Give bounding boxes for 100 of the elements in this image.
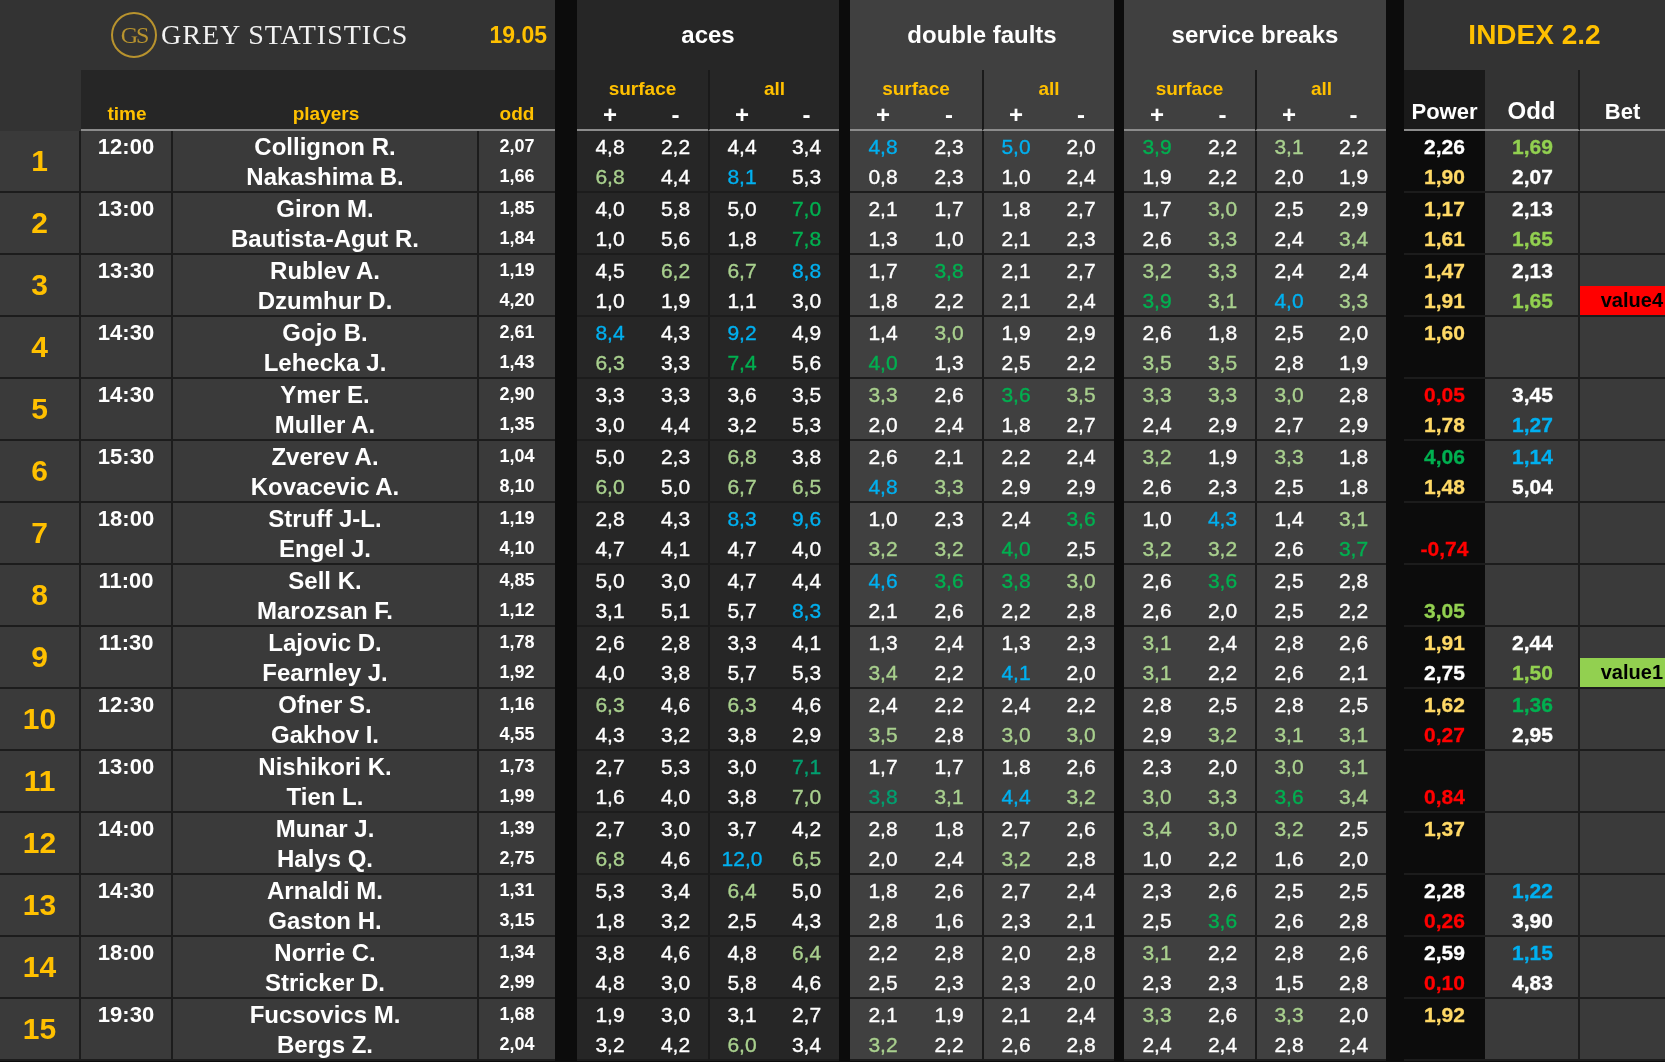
stat-value: 4,8 (868, 474, 898, 499)
stat-value: 3,1 (1338, 506, 1369, 531)
stat-value: 3,0 (1066, 722, 1096, 747)
stat-value: 3,3 (934, 474, 964, 499)
stat-value: 7,0 (791, 196, 822, 221)
player-name: Nishikori K. (173, 751, 479, 782)
player-odd: 1,99 (479, 782, 555, 813)
stat-value: 8,3 (791, 598, 822, 623)
column-header: Bet (1580, 70, 1665, 131)
stat-value: 4,0 (1274, 288, 1304, 313)
stat-value: 3,0 (1066, 568, 1096, 593)
player-odd: 1,68 (498, 1003, 536, 1026)
stat-value: 2,7 (595, 816, 625, 841)
stat-value: 3,0 (1274, 382, 1304, 407)
match-time: 13:00 (81, 751, 173, 813)
stat-value: 1,9 (1001, 320, 1031, 345)
stat-value: 3,8 (727, 784, 757, 809)
logo-text: GREY STATISTICS (161, 19, 409, 51)
stat-value: 9,6 (791, 506, 822, 531)
stat-value: 3,6 (1274, 784, 1304, 809)
stat-value: 2,3 (1001, 970, 1031, 995)
player-odd: 1,34 (498, 941, 536, 964)
stat-value: 2,7 (1001, 816, 1031, 841)
power-value: 1,91 (1424, 630, 1465, 655)
player-name: Nakashima B. (173, 162, 479, 193)
stat-value: 3,0 (660, 970, 691, 995)
match-time: 18:00 (81, 937, 173, 999)
stat-value: 3,1 (934, 784, 964, 809)
player-odd: 8,10 (479, 472, 555, 503)
stat-value: 2,3 (1142, 754, 1172, 779)
stat-value: 5,3 (595, 878, 625, 903)
stat-value: 6,0 (727, 1032, 757, 1057)
stat-value: 6,5 (791, 846, 822, 871)
stat-value: 2,6 (1207, 878, 1238, 903)
power-value: 1,90 (1424, 164, 1465, 189)
stat-value: 2,6 (934, 382, 964, 407)
stat-value: 2,5 (1338, 816, 1369, 841)
stat-value: 7,8 (791, 226, 822, 251)
stat-value: 3,3 (660, 350, 691, 375)
stat-value: 3,6 (727, 382, 757, 407)
bet-tag: value1 (1580, 658, 1665, 689)
player-name: Norrie C. (173, 937, 479, 968)
player-name: Kovacevic A. (173, 472, 479, 503)
stat-value: 3,2 (1207, 536, 1238, 561)
stat-value: 3,4 (791, 134, 822, 159)
stat-value: 1,3 (1001, 630, 1031, 655)
stat-value: 2,9 (1001, 474, 1031, 499)
player-name: Ofner S. (173, 689, 479, 720)
stat-value: 5,0 (595, 444, 625, 469)
stat-value: 3,5 (1142, 350, 1172, 375)
stat-value: 2,9 (1066, 474, 1096, 499)
stat-value: 4,6 (791, 692, 822, 717)
stat-value: 3,3 (1142, 382, 1172, 407)
player-odd: 1,84 (479, 224, 555, 255)
stat-value: 2,2 (1207, 846, 1238, 871)
stat-value: 3,3 (660, 382, 691, 407)
stat-value: 5,3 (791, 412, 822, 437)
stat-value: 2,7 (791, 1002, 822, 1027)
stat-value: 2,4 (934, 846, 964, 871)
stat-value: 3,3 (1274, 444, 1304, 469)
stat-value: 3,7 (727, 816, 757, 841)
stat-value: 2,2 (934, 288, 964, 313)
player-name: Struff J-L. (173, 503, 479, 534)
stat-value: 2,1 (1066, 908, 1096, 933)
stat-value: 8,4 (595, 320, 625, 345)
stat-value: 2,7 (1066, 412, 1096, 437)
player-name: Dzumhur D. (173, 286, 479, 317)
stat-value: 2,0 (1066, 660, 1096, 685)
stat-value: 4,2 (791, 816, 822, 841)
stat-value: 2,6 (1142, 568, 1172, 593)
stat-value: 1,7 (934, 196, 964, 221)
stat-value: 2,6 (1274, 660, 1304, 685)
sign-header: - (1190, 100, 1255, 131)
stat-value: 2,0 (1207, 754, 1238, 779)
stat-value: 2,2 (934, 1032, 964, 1057)
stat-value: 3,1 (1142, 940, 1172, 965)
stat-value: 5,6 (660, 226, 691, 251)
index-odd: 2,95 (1512, 722, 1553, 747)
stat-value: 2,5 (1274, 196, 1304, 221)
stat-value: 8,3 (727, 506, 757, 531)
row-number: 12 (0, 813, 81, 875)
stat-value: 3,7 (1338, 536, 1369, 561)
stat-value: 2,0 (868, 412, 898, 437)
player-odd: 4,10 (479, 534, 555, 565)
match-time: 11:00 (81, 565, 173, 627)
stat-value: 3,6 (1001, 382, 1031, 407)
stat-value: 3,3 (1338, 288, 1369, 313)
power-value: 0,10 (1424, 970, 1465, 995)
match-time: 11:30 (81, 627, 173, 689)
stat-value: 3,8 (934, 258, 964, 283)
stat-value: 2,6 (1142, 598, 1172, 623)
stat-value: 2,0 (1001, 940, 1031, 965)
stat-value: 3,6 (1207, 568, 1238, 593)
player-odd: 1,78 (498, 631, 536, 654)
column-header: Odd (1485, 70, 1580, 131)
stat-value: 4,4 (791, 568, 822, 593)
stat-value: 6,7 (727, 258, 757, 283)
player-odd: 4,20 (479, 286, 555, 317)
stat-value: 2,5 (1001, 350, 1031, 375)
stat-value: 4,8 (595, 134, 625, 159)
